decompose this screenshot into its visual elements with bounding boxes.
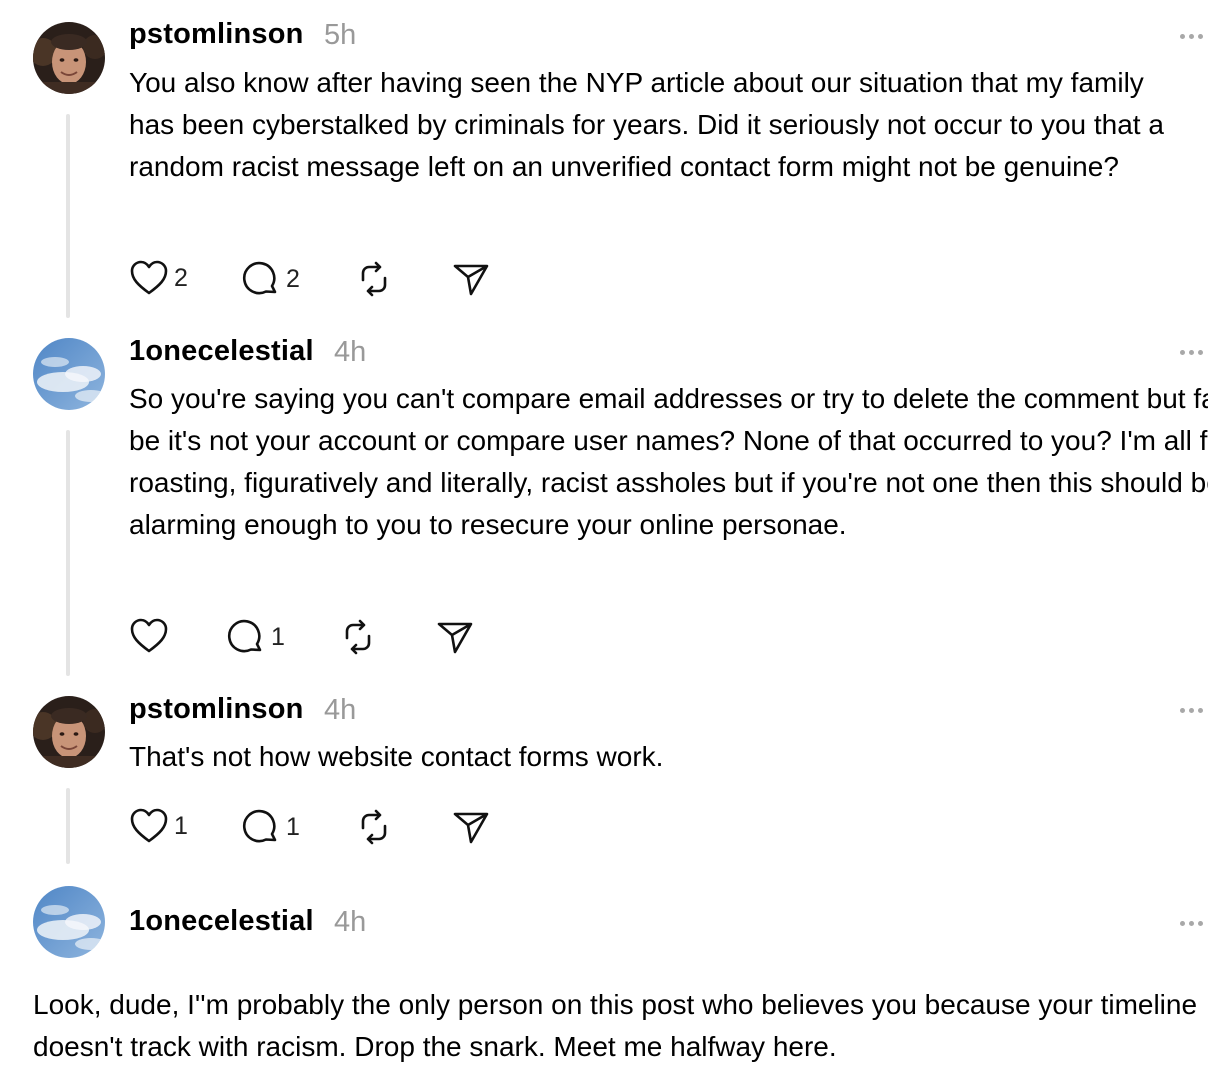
timestamp: 4h [334,336,367,368]
heart-icon [130,618,168,654]
like-button[interactable]: 2 [130,260,188,296]
send-icon [452,260,490,298]
avatar[interactable] [33,338,105,410]
like-count: 1 [174,811,188,840]
username[interactable]: pstomlinson [129,693,304,726]
post-3: pstomlinson 4h That's not how website co… [0,680,1208,870]
reply-count: 1 [286,812,300,841]
repost-icon [339,618,377,656]
timestamp: 4h [334,906,367,938]
repost-button[interactable] [339,618,377,656]
repost-button[interactable] [355,260,393,298]
more-icon[interactable] [1180,347,1208,357]
repost-icon [355,260,393,298]
post-text: Look, dude, I''m probably the only perso… [33,989,1205,1062]
send-icon [436,618,474,656]
like-count: 2 [174,263,188,292]
thread-line [66,114,70,318]
avatar[interactable] [33,886,105,958]
heart-icon [130,808,168,844]
thread-line [66,430,70,676]
username[interactable]: pstomlinson [129,18,304,51]
repost-button[interactable] [355,808,393,846]
more-icon[interactable] [1180,705,1208,715]
comment-icon [242,260,280,298]
avatar[interactable] [33,22,105,94]
like-button[interactable]: 1 [130,808,188,844]
reply-button[interactable]: 2 [242,260,300,298]
post-text: That's not how website contact forms wor… [129,741,664,772]
more-icon[interactable] [1180,31,1208,41]
more-icon[interactable] [1180,918,1208,928]
timestamp: 4h [324,694,357,726]
post-text: So you're saying you can't compare email… [129,383,1208,540]
send-icon [452,808,490,846]
post-4: 1onecelestial 4h Look, dude, I''m probab… [0,870,1208,1068]
reply-count: 1 [271,622,285,651]
like-button[interactable] [130,618,174,654]
post-text: You also know after having seen the NYP … [129,67,1172,182]
reply-button[interactable]: 1 [242,808,300,846]
username[interactable]: 1onecelestial [129,335,314,368]
timestamp: 5h [324,19,357,51]
comment-icon [227,618,265,656]
thread-line [66,788,70,864]
post-1: pstomlinson 5h You also know after havin… [0,0,1208,320]
comment-icon [242,808,280,846]
repost-icon [355,808,393,846]
reply-count: 2 [286,264,300,293]
share-button[interactable] [452,260,490,298]
reply-button[interactable]: 1 [227,618,285,656]
heart-icon [130,260,168,296]
username[interactable]: 1onecelestial [129,905,314,938]
post-2: 1onecelestial 4h So you're saying you ca… [0,320,1208,680]
share-button[interactable] [452,808,490,846]
share-button[interactable] [436,618,474,656]
avatar[interactable] [33,696,105,768]
